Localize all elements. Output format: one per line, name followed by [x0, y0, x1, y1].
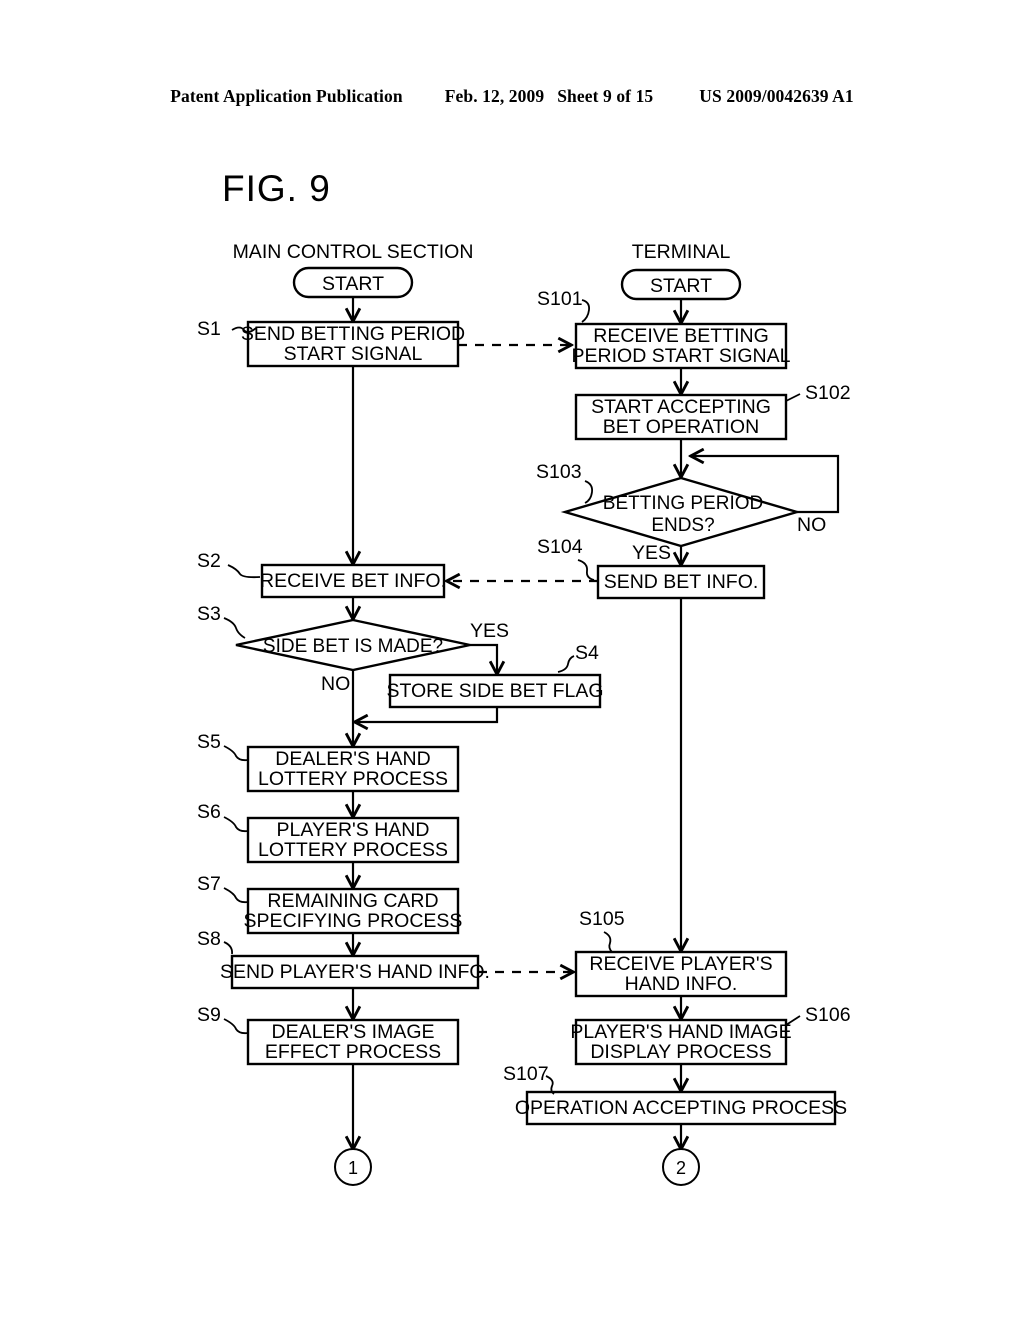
node-S106: PLAYER'S HAND IMAGE DISPLAY PROCESS [570, 1018, 792, 1066]
node-S8-label: SEND PLAYER'S HAND INFO. [220, 961, 490, 983]
node-S2-label: RECEIVE BET INFO. [260, 570, 446, 592]
step-label-S3: S3 [197, 603, 221, 625]
exit-connector-2-label: 2 [676, 1158, 686, 1178]
node-S7-line2: SPECIFYING PROCESS [244, 910, 463, 932]
node-S5-line2: LOTTERY PROCESS [258, 768, 448, 790]
step-label-S1: S1 [197, 318, 221, 340]
right-start-label: START [650, 275, 712, 297]
step-label-S8: S8 [197, 928, 221, 950]
node-S4-label: STORE SIDE BET FLAG [386, 680, 603, 702]
flowchart-diagram: MAIN CONTROL SECTION TERMINAL START STAR… [197, 241, 851, 1186]
node-S1: SEND BETTING PERIOD START SIGNAL [241, 320, 465, 368]
exit-connector-1: 1 [334, 1148, 372, 1186]
step-label-S105: S105 [579, 908, 625, 930]
node-S9-line1: DEALER'S IMAGE [271, 1021, 434, 1043]
right-column-title: TERMINAL [632, 241, 731, 263]
node-S9: DEALER'S IMAGE EFFECT PROCESS [246, 1018, 460, 1066]
node-S5-line1: DEALER'S HAND [275, 748, 430, 770]
node-S3-label: SIDE BET IS MADE? [263, 636, 443, 657]
node-S9-line2: EFFECT PROCESS [265, 1041, 441, 1063]
node-S5: DEALER'S HAND LOTTERY PROCESS [246, 745, 460, 793]
node-S105: RECEIVE PLAYER'S HAND INFO. [574, 950, 788, 998]
node-S6-line2: LOTTERY PROCESS [258, 839, 448, 861]
step-label-S102: S102 [805, 382, 851, 404]
right-start-terminator: START [620, 268, 742, 301]
left-start-terminator: START [292, 266, 414, 299]
left-column-title: MAIN CONTROL SECTION [233, 241, 474, 263]
node-S105-line2: HAND INFO. [625, 973, 738, 995]
step-label-S106: S106 [805, 1004, 851, 1026]
node-S2: RECEIVE BET INFO. [260, 563, 446, 599]
node-S106-line2: DISPLAY PROCESS [590, 1041, 771, 1063]
step-label-S5: S5 [197, 731, 221, 753]
step-label-S101: S101 [537, 288, 583, 310]
node-S1-line1: SEND BETTING PERIOD [241, 323, 465, 345]
step-label-S104: S104 [537, 536, 583, 558]
node-S8: SEND PLAYER'S HAND INFO. [220, 954, 490, 990]
step-label-S103: S103 [536, 461, 582, 483]
node-S107: OPERATION ACCEPTING PROCESS [515, 1090, 847, 1126]
branch-label-S103-no: NO [797, 514, 826, 536]
node-S3: SIDE BET IS MADE? [235, 618, 471, 672]
node-S7: REMAINING CARD SPECIFYING PROCESS [244, 887, 463, 935]
node-S102: START ACCEPTING BET OPERATION [574, 393, 788, 441]
node-S102-line2: BET OPERATION [603, 416, 759, 438]
branch-label-S3-yes: YES [470, 620, 509, 642]
node-S104-label: SEND BET INFO. [604, 571, 759, 593]
exit-connector-1-label: 1 [348, 1158, 358, 1178]
node-S107-label: OPERATION ACCEPTING PROCESS [515, 1097, 847, 1119]
node-S105-line1: RECEIVE PLAYER'S [589, 953, 772, 975]
branch-label-S103-yes: YES [632, 542, 671, 564]
node-S1-line2: START SIGNAL [284, 343, 423, 365]
node-S104: SEND BET INFO. [596, 564, 766, 600]
step-label-S4: S4 [575, 642, 599, 664]
patent-figure-page: Patent Application Publication Feb. 12, … [0, 0, 1024, 1320]
step-label-S9: S9 [197, 1004, 221, 1026]
step-label-S107: S107 [503, 1063, 549, 1085]
exit-connector-2: 2 [662, 1148, 700, 1186]
node-S4: STORE SIDE BET FLAG [386, 673, 604, 709]
node-S103-line2: ENDS? [651, 515, 714, 536]
node-S101: RECEIVE BETTING PERIOD START SIGNAL [572, 322, 791, 370]
branch-label-S3-no: NO [321, 673, 350, 695]
node-S101-line2: PERIOD START SIGNAL [572, 345, 791, 367]
node-S103-line1: BETTING PERIOD [603, 493, 763, 514]
node-S103: BETTING PERIOD ENDS? [560, 476, 802, 548]
step-label-S6: S6 [197, 801, 221, 823]
step-label-S7: S7 [197, 873, 221, 895]
node-S6: PLAYER'S HAND LOTTERY PROCESS [246, 816, 460, 864]
node-S7-line1: REMAINING CARD [267, 890, 438, 912]
node-S6-line1: PLAYER'S HAND [277, 819, 430, 841]
node-S106-line1: PLAYER'S HAND IMAGE [570, 1021, 791, 1043]
step-label-S2: S2 [197, 550, 221, 572]
node-S101-line1: RECEIVE BETTING [593, 325, 769, 347]
left-start-label: START [322, 273, 384, 295]
node-S102-line1: START ACCEPTING [591, 396, 771, 418]
